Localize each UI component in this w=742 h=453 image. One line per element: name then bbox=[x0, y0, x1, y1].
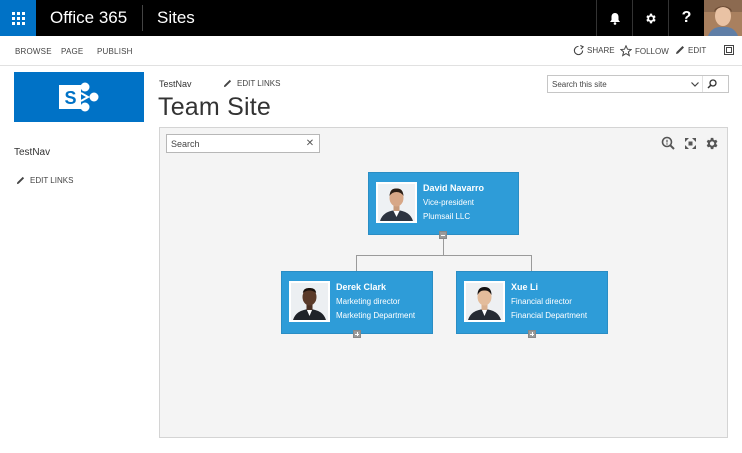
pencil-icon bbox=[676, 46, 684, 54]
site-search-button[interactable] bbox=[702, 76, 720, 92]
quicklaunch-edit-links[interactable]: EDIT LINKS bbox=[16, 176, 73, 185]
gear-icon bbox=[706, 137, 717, 149]
sites-app-title[interactable]: Sites bbox=[157, 8, 195, 28]
pencil-icon bbox=[223, 79, 232, 88]
org-chart-search-input[interactable] bbox=[167, 138, 303, 149]
org-chart-search: ✕ bbox=[166, 134, 320, 153]
expand-toggle[interactable] bbox=[528, 330, 536, 338]
employee-department: Plumsail LLC bbox=[423, 212, 471, 221]
office-365-brand[interactable]: Office 365 bbox=[50, 8, 127, 28]
clear-search-icon[interactable]: ✕ bbox=[303, 138, 317, 149]
edit-page-button[interactable]: EDIT bbox=[675, 45, 706, 55]
employee-department: Financial Department bbox=[511, 311, 588, 320]
tab-publish[interactable]: PUBLISH bbox=[97, 47, 133, 56]
share-icon bbox=[573, 45, 584, 56]
employee-photo bbox=[376, 182, 417, 223]
site-search-box bbox=[547, 75, 729, 93]
fullscreen-icon bbox=[724, 45, 734, 55]
org-card-child[interactable]: Xue Li Financial director Financial Depa… bbox=[456, 271, 608, 334]
suite-divider bbox=[142, 5, 143, 31]
search-scope-dropdown[interactable] bbox=[688, 76, 702, 92]
chevron-down-icon bbox=[691, 81, 699, 87]
help-button[interactable]: ? bbox=[668, 0, 704, 36]
user-photo bbox=[704, 0, 742, 36]
quicklaunch-item-testnav[interactable]: TestNav bbox=[14, 147, 50, 158]
magnifier-icon bbox=[661, 136, 675, 150]
site-logo[interactable]: S bbox=[14, 72, 144, 122]
org-card-root[interactable]: David Navarro Vice-president Plumsail LL… bbox=[368, 172, 519, 235]
gear-icon bbox=[646, 13, 656, 23]
employee-title: Marketing director bbox=[336, 297, 401, 306]
connector-line bbox=[356, 255, 357, 271]
employee-photo bbox=[289, 281, 330, 322]
star-icon bbox=[620, 45, 632, 57]
tab-browse[interactable]: BROWSE bbox=[15, 47, 52, 56]
pencil-icon bbox=[16, 176, 25, 185]
follow-label: FOLLOW bbox=[635, 46, 669, 56]
fit-to-screen-button[interactable] bbox=[682, 135, 698, 151]
waffle-icon bbox=[11, 11, 25, 25]
connector-line bbox=[356, 255, 532, 256]
bell-icon bbox=[609, 12, 620, 25]
topnav-edit-links[interactable]: EDIT LINKS bbox=[223, 79, 280, 88]
search-icon bbox=[706, 79, 717, 89]
employee-title: Financial director bbox=[511, 297, 572, 306]
sharepoint-logo-icon: S bbox=[59, 82, 99, 112]
site-search-input[interactable] bbox=[548, 79, 688, 89]
employee-title: Vice-president bbox=[423, 198, 474, 207]
connector-line bbox=[443, 239, 444, 255]
notifications-button[interactable] bbox=[596, 0, 632, 36]
edit-label: EDIT bbox=[688, 45, 707, 55]
question-icon: ? bbox=[681, 9, 692, 26]
org-chart-settings-button[interactable] bbox=[703, 135, 719, 151]
tab-page[interactable]: PAGE bbox=[61, 47, 83, 56]
app-launcher-button[interactable] bbox=[0, 0, 36, 36]
org-card-child[interactable]: Derek Clark Marketing director Marketing… bbox=[281, 271, 433, 334]
employee-photo bbox=[464, 281, 505, 322]
expand-icon bbox=[684, 137, 696, 149]
employee-department: Marketing Department bbox=[336, 311, 416, 320]
follow-button[interactable]: FOLLOW bbox=[620, 45, 669, 57]
settings-button[interactable] bbox=[632, 0, 668, 36]
zoom-button[interactable] bbox=[660, 135, 676, 151]
suite-bar: Office 365 Sites ? bbox=[0, 0, 742, 36]
connector-line bbox=[531, 255, 532, 271]
employee-name: Derek Clark bbox=[336, 282, 387, 292]
user-avatar[interactable] bbox=[704, 0, 742, 36]
edit-links-label: EDIT LINKS bbox=[30, 176, 74, 185]
employee-name: Xue Li bbox=[511, 282, 539, 292]
expand-toggle[interactable] bbox=[353, 330, 361, 338]
edit-links-label: EDIT LINKS bbox=[237, 79, 281, 88]
ribbon: BROWSE PAGE PUBLISH SHARE FOLLOW EDIT bbox=[0, 36, 742, 66]
employee-name: David Navarro bbox=[423, 183, 485, 193]
focus-on-content-button[interactable] bbox=[724, 45, 734, 55]
org-chart-webpart: ✕ bbox=[159, 127, 728, 438]
share-button[interactable]: SHARE bbox=[573, 45, 615, 56]
topnav-item-testnav[interactable]: TestNav bbox=[159, 79, 192, 89]
page-title: Team Site bbox=[158, 93, 271, 121]
svg-text:S: S bbox=[65, 88, 77, 108]
collapse-toggle[interactable] bbox=[439, 231, 447, 239]
share-label: SHARE bbox=[587, 46, 615, 55]
